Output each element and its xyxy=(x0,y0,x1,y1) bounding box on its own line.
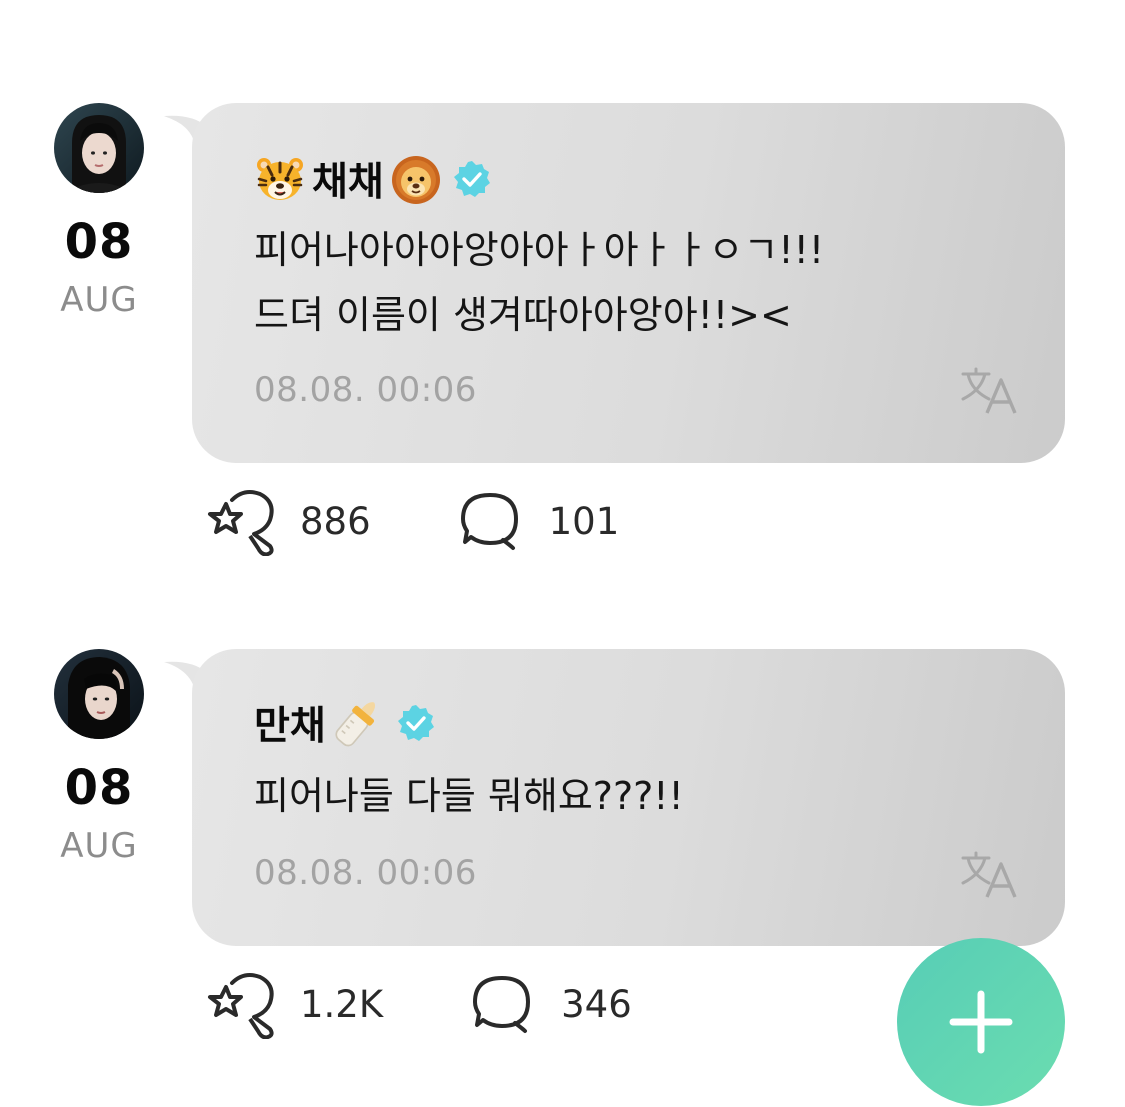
verified-badge-icon xyxy=(397,705,434,741)
tiger-face-emoji xyxy=(257,158,303,200)
like-button[interactable]: 886 xyxy=(204,486,371,556)
post-actions: 886 101 xyxy=(204,486,619,556)
post-text-line: 드뎌 이름이 생겨따아아앙아!!>< xyxy=(254,293,792,337)
post-text-line: 피어나들 다들 뭐해요???!! xyxy=(254,774,684,818)
comment-button[interactable]: 346 xyxy=(471,973,632,1035)
author-row[interactable]: 채채 xyxy=(254,149,492,209)
lion-face-emoji xyxy=(391,156,440,204)
author-row[interactable]: 만채 xyxy=(254,693,436,753)
post-text-line: 피어나아아아앙아아ㅏ아ㅏㅏㅇㄱ!!! xyxy=(254,228,825,272)
author-name: 채채 xyxy=(312,160,384,205)
avatar[interactable] xyxy=(54,649,144,739)
like-count: 1.2K xyxy=(300,982,384,1026)
translate-icon[interactable] xyxy=(959,366,1021,416)
post-bubble[interactable]: 만채 피어나들 다들 뭐해요???!! 08.08. 00:06 xyxy=(192,649,1065,946)
translate-icon[interactable] xyxy=(959,850,1021,900)
comment-button[interactable]: 101 xyxy=(459,490,620,552)
star-heart-icon xyxy=(208,973,274,1039)
post-date-day: 08 xyxy=(64,760,134,816)
post-actions: 1.2K 346 xyxy=(204,969,632,1039)
comment-count: 346 xyxy=(561,982,632,1026)
like-count: 886 xyxy=(300,499,371,543)
baby-bottle-emoji xyxy=(335,702,375,747)
post-date-day: 08 xyxy=(64,214,134,270)
comment-count: 101 xyxy=(548,499,620,543)
post-date-month: AUG xyxy=(60,826,138,866)
plus-icon xyxy=(949,990,1013,1054)
post-bubble[interactable]: 채채 피어나아아아앙아아ㅏ아ㅏㅏㅇㄱ!!! 드뎌 이름이 생겨따아아앙아!!><… xyxy=(192,103,1065,463)
star-heart-icon xyxy=(208,490,274,556)
avatar[interactable] xyxy=(54,103,144,193)
verified-badge-icon xyxy=(453,161,490,197)
like-button[interactable]: 1.2K xyxy=(204,969,383,1039)
speech-bubble-icon xyxy=(460,493,518,550)
speech-bubble-icon xyxy=(473,976,531,1033)
author-name: 만채 xyxy=(254,704,326,749)
post-date-month: AUG xyxy=(60,280,138,320)
post-timestamp: 08.08. 00:06 xyxy=(254,853,477,893)
post-timestamp: 08.08. 00:06 xyxy=(254,370,477,410)
compose-button[interactable] xyxy=(897,938,1065,1106)
